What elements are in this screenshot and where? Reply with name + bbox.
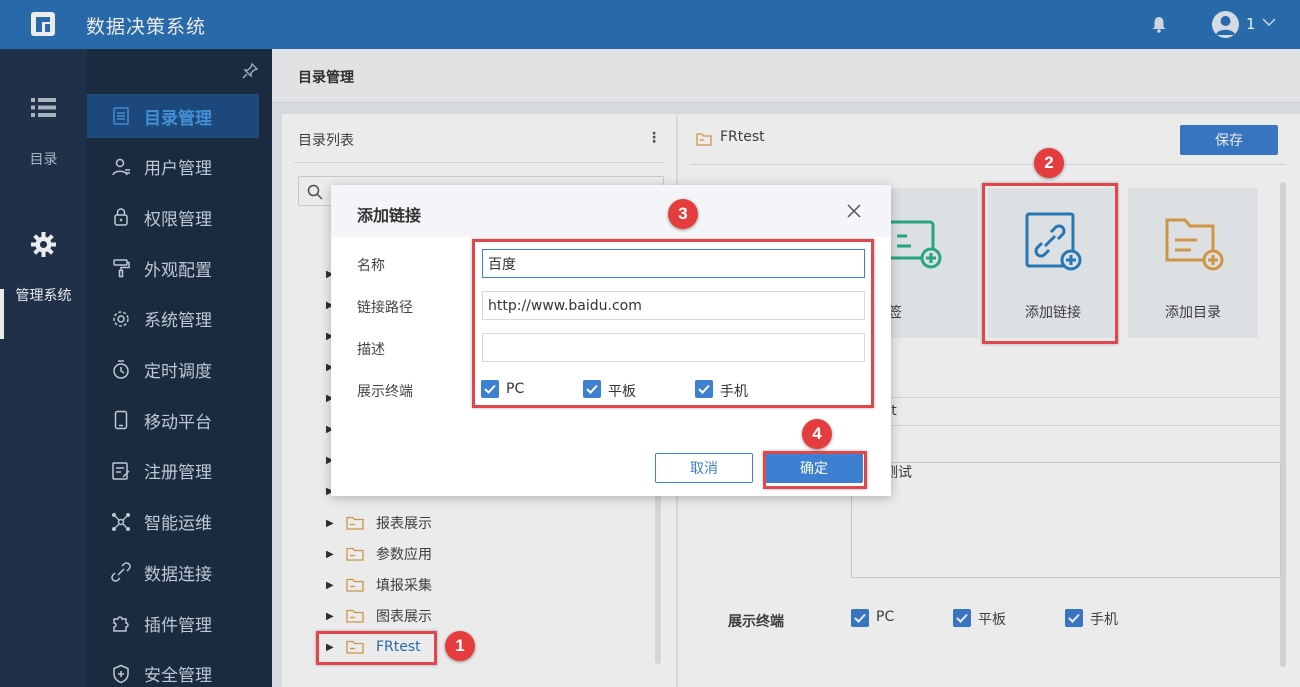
path-label: 链接路径 (357, 300, 413, 316)
highlight-add-link (982, 183, 1118, 344)
description-label: 描述 (357, 342, 385, 358)
highlight-frtest (316, 631, 437, 665)
step-badge: 3 (668, 199, 698, 229)
highlight-dialog-form (472, 239, 874, 408)
step-badge: 4 (802, 419, 832, 449)
dialog-title: 添加链接 (357, 206, 422, 225)
close-icon[interactable] (846, 203, 862, 219)
terminal-label: 展示终端 (357, 384, 413, 400)
highlight-confirm (763, 451, 867, 489)
step-badge: 1 (445, 631, 475, 661)
name-label: 名称 (357, 258, 385, 274)
dialog-header: 添加链接 (331, 185, 891, 237)
cancel-button[interactable]: 取消 (655, 453, 753, 483)
step-badge: 2 (1034, 148, 1064, 178)
